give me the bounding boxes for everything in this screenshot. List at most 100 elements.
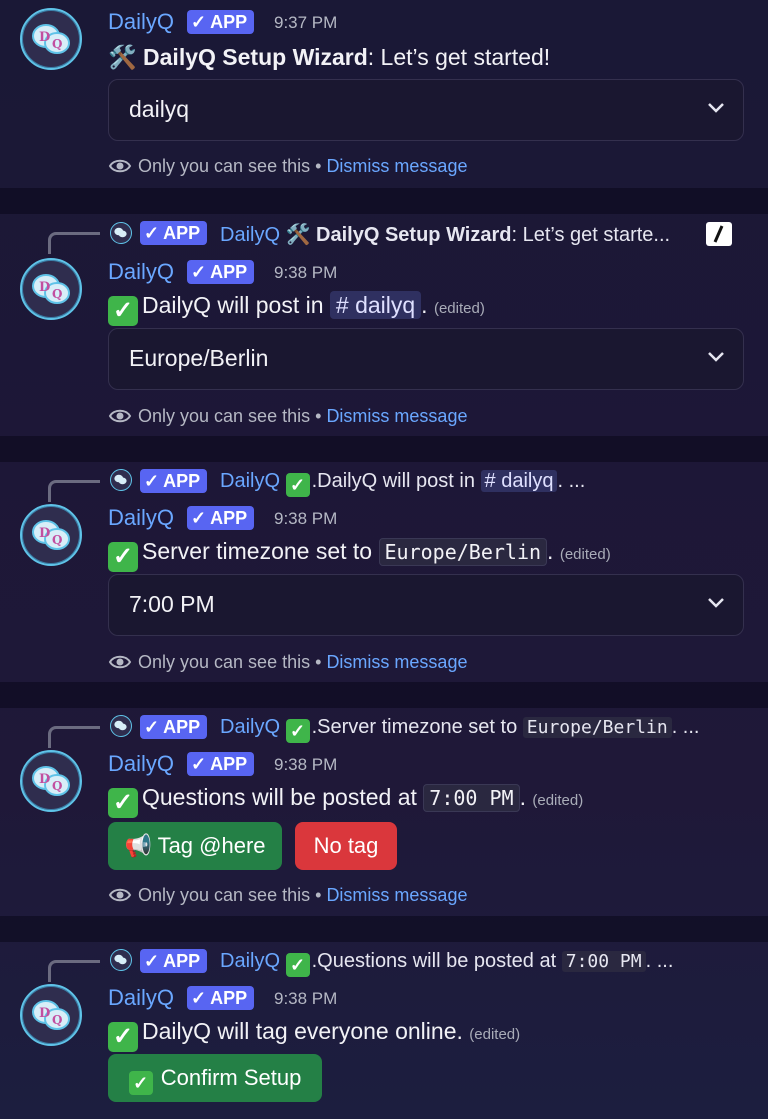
chevron-down-icon	[708, 598, 724, 608]
channel-select[interactable]: dailyq	[108, 79, 744, 141]
check-mark-icon: ✓	[108, 788, 138, 818]
reply-connector	[48, 480, 100, 502]
time-select-value: 7:00 PM	[129, 591, 215, 617]
message-separator	[0, 682, 768, 708]
app-badge: ✓ APP	[187, 10, 255, 34]
app-badge: ✓ APP	[140, 469, 208, 493]
ephemeral-note: Only you can see this • Dismiss message	[108, 406, 467, 427]
dailyq-logo-icon: D Q	[32, 274, 70, 304]
reply-avatar	[110, 715, 132, 737]
eye-icon	[108, 409, 132, 423]
dismiss-message-link[interactable]: Dismiss message	[326, 652, 467, 672]
svg-text:Q: Q	[52, 287, 62, 301]
channel-mention[interactable]: # dailyq	[329, 291, 422, 319]
timezone-select[interactable]: Europe/Berlin	[108, 328, 744, 390]
app-badge: ✓ APP	[187, 506, 255, 530]
dailyq-logo-icon: D Q	[32, 24, 70, 54]
ephemeral-note: Only you can see this • Dismiss message	[108, 885, 467, 906]
reply-connector	[48, 726, 100, 748]
timestamp: 9:38 PM	[274, 989, 338, 1008]
author-name[interactable]: DailyQ	[108, 259, 174, 285]
svg-text:Q: Q	[52, 37, 62, 51]
channel-select-value: dailyq	[129, 96, 190, 122]
reply-connector	[48, 960, 100, 982]
check-mark-icon: ✓	[285, 953, 310, 977]
slash-command-icon	[706, 222, 732, 246]
check-mark-icon: ✓	[285, 473, 310, 497]
dailyq-logo-icon	[114, 720, 127, 731]
check-mark-icon: ✓	[108, 542, 138, 572]
time-select[interactable]: 7:00 PM	[108, 574, 744, 636]
message-content: ✓ DailyQ will post in # dailyq. (edited)	[108, 291, 485, 326]
svg-text:Q: Q	[52, 779, 62, 793]
eye-icon	[108, 888, 132, 902]
eye-icon	[108, 159, 132, 173]
app-badge: ✓ APP	[187, 260, 255, 284]
message-content: ✓ Questions will be posted at 7:00 PM. (e…	[108, 784, 583, 818]
tools-icon: 🛠️	[108, 44, 137, 70]
check-mark-icon: ✓	[108, 1022, 138, 1052]
ephemeral-note: Only you can see this • Dismiss message	[108, 652, 467, 673]
message-4: ✓ APP DailyQ ✓ .Server timezone set to Eur…	[0, 708, 768, 916]
message-separator	[0, 436, 768, 462]
author-name[interactable]: DailyQ	[108, 505, 174, 531]
author-name[interactable]: DailyQ	[108, 985, 174, 1011]
timestamp: 9:37 PM	[274, 13, 338, 32]
reply-preview[interactable]: DailyQ 🛠️ DailyQ Setup Wizard: Let’s get…	[220, 222, 670, 247]
svg-text:D: D	[39, 526, 50, 541]
app-badge: ✓ APP	[140, 949, 208, 973]
tools-icon: 🛠️	[285, 224, 311, 246]
dailyq-logo-icon: D Q	[32, 520, 70, 550]
app-badge: ✓ APP	[187, 986, 255, 1010]
message-separator	[0, 188, 768, 214]
timestamp: 9:38 PM	[274, 509, 338, 528]
dismiss-message-link[interactable]: Dismiss message	[326, 156, 467, 176]
svg-text:D: D	[39, 772, 50, 787]
dailyq-avatar[interactable]: D Q	[20, 504, 82, 566]
dailyq-avatar[interactable]: D Q	[20, 258, 82, 320]
check-mark-icon: ✓	[108, 296, 138, 326]
svg-text:Q: Q	[52, 533, 62, 547]
dailyq-logo-icon	[114, 227, 127, 238]
author-name[interactable]: DailyQ	[108, 751, 174, 777]
chevron-down-icon	[708, 103, 724, 113]
message-content: ✓ Server timezone set to Europe/Berlin. (…	[108, 538, 611, 572]
reply-connector	[48, 232, 100, 254]
dismiss-message-link[interactable]: Dismiss message	[326, 406, 467, 426]
svg-text:D: D	[39, 30, 50, 45]
check-mark-icon: ✓	[128, 1071, 153, 1095]
author-name[interactable]: DailyQ	[108, 9, 174, 35]
timezone-select-value: Europe/Berlin	[129, 345, 269, 371]
svg-text:D: D	[39, 1006, 50, 1021]
dismiss-message-link[interactable]: Dismiss message	[326, 885, 467, 905]
ephemeral-note: Only you can see this • Dismiss message	[108, 156, 467, 177]
confirm-setup-button[interactable]: ✓ Confirm Setup	[108, 1054, 322, 1102]
dailyq-logo-icon: D Q	[32, 766, 70, 796]
reply-preview[interactable]: DailyQ ✓ .Questions will be posted at 7:0…	[220, 950, 673, 977]
reply-avatar	[110, 222, 132, 244]
message-5: ✓ APP DailyQ ✓ .Questions will be posted a…	[0, 942, 768, 1119]
svg-text:Q: Q	[52, 1013, 62, 1027]
app-badge: ✓ APP	[140, 715, 208, 739]
no-tag-button[interactable]: No tag	[295, 822, 397, 870]
reply-preview[interactable]: DailyQ ✓ .Server timezone set to Europe/B…	[220, 716, 699, 743]
timestamp: 9:38 PM	[274, 263, 338, 282]
timestamp: 9:38 PM	[274, 755, 338, 774]
check-mark-icon: ✓	[285, 719, 310, 743]
inline-code: 7:00 PM	[423, 784, 520, 812]
dailyq-avatar[interactable]: D Q	[20, 8, 82, 70]
dailyq-logo-icon	[114, 954, 127, 965]
dailyq-avatar[interactable]: D Q	[20, 984, 82, 1046]
message-1: D Q DailyQ ✓ APP 9:37 PM 🛠️ DailyQ Setup …	[0, 0, 768, 188]
message-3: ✓ APP DailyQ ✓ .DailyQ will post in # dail…	[0, 462, 768, 682]
dailyq-logo-icon	[114, 474, 127, 485]
reply-preview[interactable]: DailyQ ✓ .DailyQ will post in # dailyq. .…	[220, 470, 585, 497]
reply-avatar	[110, 949, 132, 971]
tag-here-button[interactable]: 📢 Tag @here	[108, 822, 282, 870]
dailyq-avatar[interactable]: D Q	[20, 750, 82, 812]
message-content: ✓ DailyQ will tag everyone online. (edite…	[108, 1018, 520, 1052]
chevron-down-icon	[708, 352, 724, 362]
inline-code: Europe/Berlin	[378, 538, 548, 566]
app-badge: ✓ APP	[187, 752, 255, 776]
svg-text:D: D	[39, 280, 50, 295]
